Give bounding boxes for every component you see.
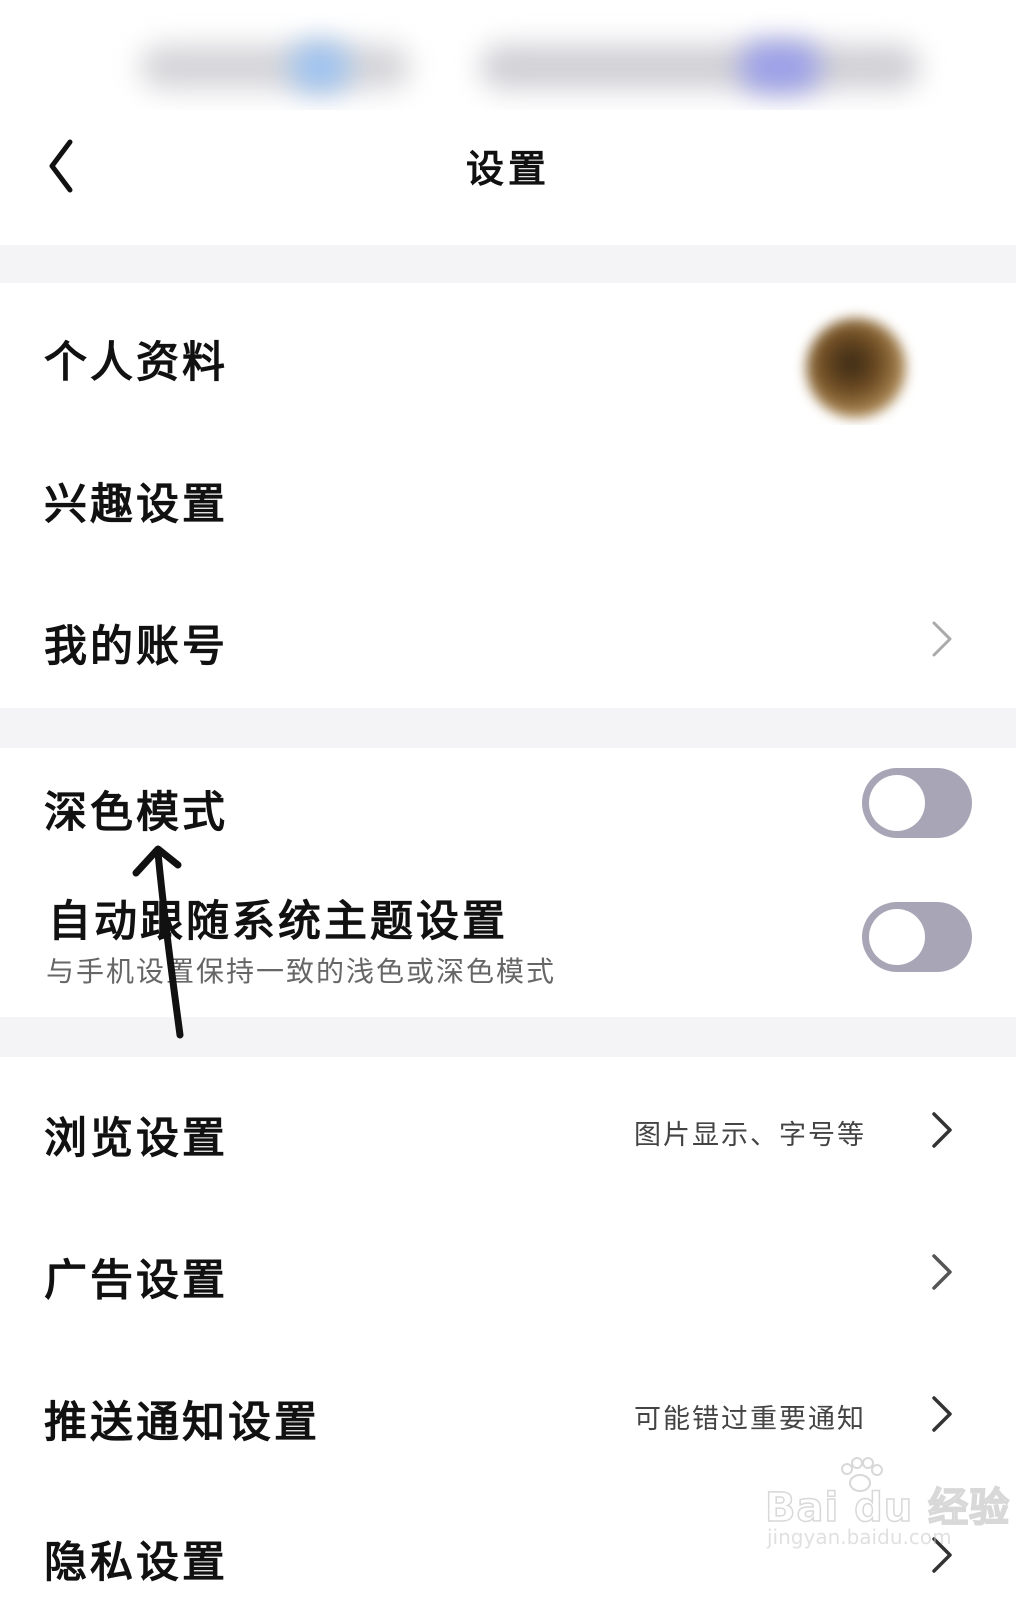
row-browsing-label: 浏览设置 <box>44 1114 228 1164</box>
row-browsing-hint: 图片显示、字号等 <box>634 1120 866 1151</box>
section-divider <box>0 1017 1016 1057</box>
row-dark-mode: 深色模式 <box>0 748 1016 860</box>
row-ads-label: 广告设置 <box>44 1256 228 1306</box>
row-account-label: 我的账号 <box>44 622 228 672</box>
row-profile-label: 个人资料 <box>44 338 228 388</box>
chevron-right-icon <box>932 1112 952 1148</box>
blurred-region <box>480 45 920 89</box>
row-interests-label: 兴趣设置 <box>44 480 228 530</box>
dark-mode-toggle[interactable] <box>862 768 972 838</box>
row-follow-system-label: 自动跟随系统主题设置 <box>48 897 508 947</box>
chevron-right-icon <box>932 1254 952 1290</box>
baidu-jingyan-watermark: Bai du 经验 jingyan.baidu.com <box>764 1455 1010 1565</box>
toggle-knob <box>869 909 925 965</box>
nav-header: 设置 <box>0 110 1016 245</box>
chevron-right-icon <box>932 621 952 657</box>
page-title: 设置 <box>465 146 550 191</box>
blurred-region <box>290 42 350 92</box>
row-push-hint: 可能错过重要通知 <box>634 1404 866 1435</box>
row-account[interactable]: 我的账号 <box>0 567 1016 708</box>
row-dark-mode-label: 深色模式 <box>44 788 228 838</box>
row-ads[interactable]: 广告设置 <box>0 1199 1016 1341</box>
row-follow-system-subtitle: 与手机设置保持一致的浅色或深色模式 <box>46 955 557 988</box>
row-interests[interactable]: 兴趣设置 <box>0 425 1016 567</box>
section-divider <box>0 708 1016 748</box>
toggle-knob <box>869 775 925 831</box>
blurred-region <box>740 42 820 92</box>
row-browsing[interactable]: 浏览设置 图片显示、字号等 <box>0 1057 1016 1199</box>
status-bar-blurred <box>0 0 1016 110</box>
blurred-region <box>140 45 410 89</box>
watermark-url: jingyan.baidu.com <box>767 1525 952 1549</box>
section-divider <box>0 245 1016 283</box>
follow-system-toggle[interactable] <box>862 902 972 972</box>
row-follow-system: 自动跟随系统主题设置 与手机设置保持一致的浅色或深色模式 <box>0 860 1016 1017</box>
row-push-label: 推送通知设置 <box>44 1398 320 1448</box>
avatar <box>806 318 906 418</box>
row-privacy-label: 隐私设置 <box>44 1538 228 1588</box>
row-profile[interactable]: 个人资料 <box>0 283 1016 425</box>
chevron-right-icon <box>932 1396 952 1432</box>
